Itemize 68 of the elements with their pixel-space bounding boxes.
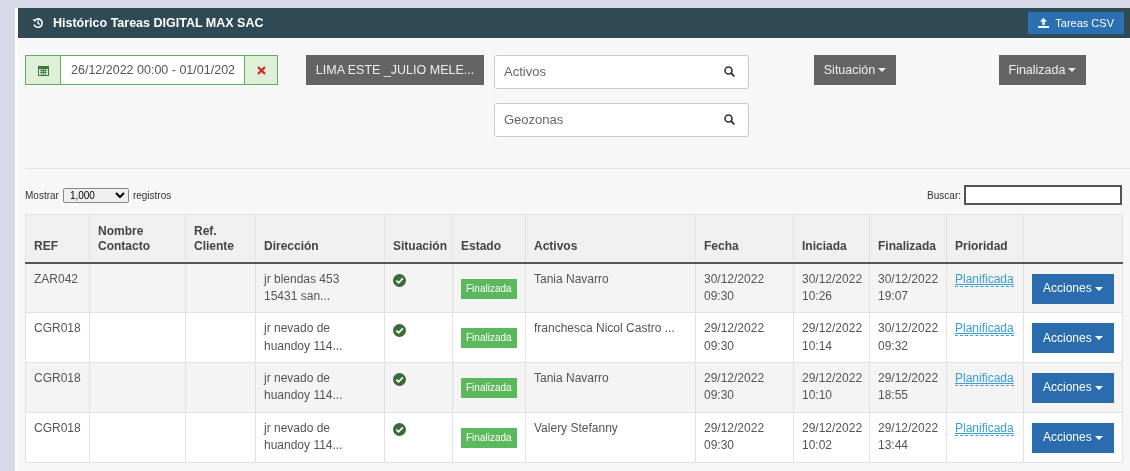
column-header: Activos xyxy=(534,238,578,253)
date-cell: 29/12/2022 13:44 xyxy=(878,420,939,453)
actions-button[interactable]: Acciones xyxy=(1032,273,1114,304)
search-label: Buscar: xyxy=(927,188,961,203)
export-button[interactable]: Tareas CSV xyxy=(1028,12,1124,34)
show-label: Mostrar xyxy=(25,188,59,203)
column-header: Ref. Cliente xyxy=(194,223,234,253)
records-label: registros xyxy=(132,188,172,203)
asset-cell: Tania Navarro xyxy=(534,371,609,386)
column-header: Nombre Contacto xyxy=(98,223,150,253)
ref-cell: CGR018 xyxy=(34,420,81,435)
check-circle-icon xyxy=(393,323,406,337)
activos-search-field[interactable]: Activos xyxy=(494,55,749,89)
calendar-icon xyxy=(37,64,49,76)
clear-button[interactable] xyxy=(245,56,277,84)
geozonas-search-field[interactable]: Geozonas xyxy=(494,103,749,137)
date-cell: 30/12/2022 10:26 xyxy=(802,271,863,303)
ref-cell: ZAR042 xyxy=(34,271,79,286)
address-cell: jr nevado de huandoy 114... xyxy=(264,371,343,403)
column-header: Fecha xyxy=(704,238,739,253)
group-button[interactable]: LIMA ESTE _JULIO MELE... xyxy=(306,55,484,85)
actions-button[interactable]: Acciones xyxy=(1032,373,1114,404)
search-icon xyxy=(724,66,735,77)
date-cell: 29/12/2022 09:30 xyxy=(704,371,765,403)
column-header: Iniciada xyxy=(802,238,847,253)
date-cell: 30/12/2022 09:30 xyxy=(704,271,765,303)
search-field[interactable] xyxy=(964,185,1122,205)
status-badge: Finalizada xyxy=(461,427,517,448)
check-circle-icon xyxy=(393,273,406,287)
date-cell: 29/12/2022 18:55 xyxy=(878,371,939,403)
address-cell: jr blendas 453 15431 san... xyxy=(264,271,340,303)
ref-cell: CGR018 xyxy=(34,371,81,386)
actions-button[interactable]: Acciones xyxy=(1032,323,1114,354)
column-header: Situación xyxy=(393,238,447,253)
panel-title: Histórico Tareas DIGITAL MAX SAC xyxy=(53,14,264,32)
close-icon xyxy=(256,65,266,75)
situation-dropdown[interactable]: Situación xyxy=(814,55,896,85)
status-badge: Finalizada xyxy=(461,378,517,399)
history-icon xyxy=(32,17,44,29)
column-header: Estado xyxy=(461,238,501,253)
upload-icon xyxy=(1038,18,1050,28)
column-header: Finalizada xyxy=(878,238,936,253)
column-header: Dirección xyxy=(264,238,319,253)
date-cell: 29/12/2022 10:02 xyxy=(802,420,863,453)
asset-cell: franchesca Nicol Castro ... xyxy=(534,321,675,336)
date-cell: 29/12/2022 10:10 xyxy=(802,371,863,403)
page-size-select[interactable]: 1,000 xyxy=(62,187,129,203)
date-cell: 30/12/2022 09:32 xyxy=(878,321,939,353)
check-circle-icon xyxy=(393,423,406,437)
status-badge: Finalizada xyxy=(461,278,517,299)
actions-button[interactable]: Acciones xyxy=(1032,422,1114,453)
status-dropdown[interactable]: Finalizada xyxy=(999,55,1086,85)
date-cell: 30/12/2022 19:07 xyxy=(878,271,939,303)
ref-cell: CGR018 xyxy=(34,321,81,336)
asset-cell: Tania Navarro xyxy=(534,271,609,286)
column-header: Prioridad xyxy=(955,238,1008,253)
check-circle-icon xyxy=(393,373,406,387)
date-cell: 29/12/2022 09:30 xyxy=(704,321,765,353)
search-icon xyxy=(724,114,735,125)
date-range-field[interactable]: 26/12/2022 00:00 - 01/01/202 xyxy=(25,55,278,85)
column-header: REF xyxy=(34,238,58,253)
address-cell: jr nevado de huandoy 114... xyxy=(264,420,343,453)
date-cell: 29/12/2022 10:14 xyxy=(802,321,863,353)
status-badge: Finalizada xyxy=(461,328,517,349)
date-range-value: 26/12/2022 00:00 - 01/01/202 xyxy=(71,61,236,79)
date-cell: 29/12/2022 09:30 xyxy=(704,420,765,453)
address-cell: jr nevado de huandoy 114... xyxy=(264,321,343,353)
asset-cell: Valery Stefanny xyxy=(534,420,618,435)
